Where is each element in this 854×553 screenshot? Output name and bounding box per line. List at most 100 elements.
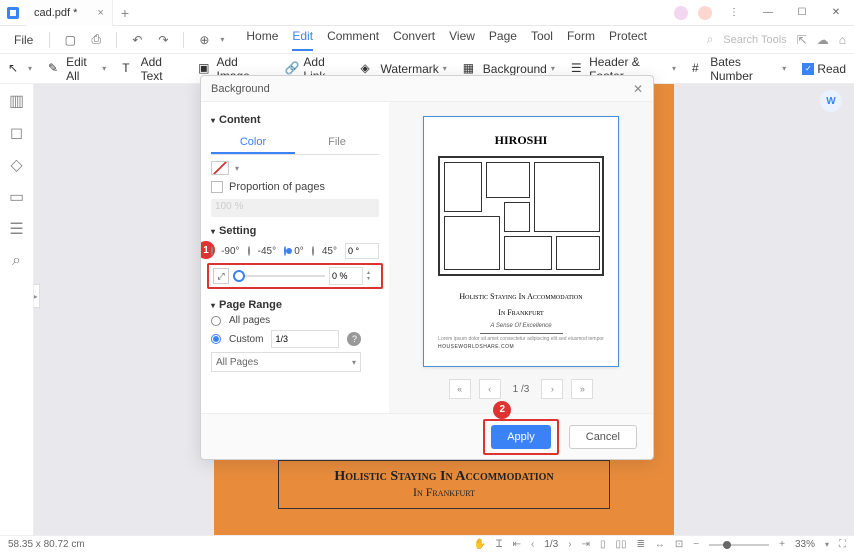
edit-all-tool[interactable]: ✎Edit All▾: [48, 55, 106, 83]
read-toggle[interactable]: ✓ Read: [802, 62, 846, 76]
menu-form[interactable]: Form: [567, 29, 595, 51]
search-tools-input[interactable]: Search Tools: [723, 34, 786, 46]
apply-button[interactable]: Apply: [491, 425, 551, 449]
checkbox-checked-icon: ✓: [802, 63, 814, 75]
minimize-button[interactable]: ―: [756, 3, 780, 23]
divider: [480, 333, 563, 334]
slider-thumb-icon[interactable]: [233, 270, 245, 282]
fit-icon[interactable]: ⤢: [213, 268, 229, 284]
comments-icon[interactable]: ◇: [8, 156, 26, 174]
file-menu[interactable]: File: [8, 31, 39, 49]
menu-home[interactable]: Home: [246, 29, 278, 51]
first-page-button[interactable]: «: [449, 379, 471, 399]
divider: [116, 32, 117, 48]
hand-tool-icon[interactable]: ✋: [474, 539, 486, 550]
bookmarks-icon[interactable]: ◻: [8, 124, 26, 142]
maximize-button[interactable]: ☐: [790, 3, 814, 23]
chevron-down-icon: ▾: [235, 164, 239, 173]
custom-range-input[interactable]: [271, 330, 339, 348]
chevron-down-icon[interactable]: ▾: [825, 540, 829, 549]
page-subset-select[interactable]: All Pages ▾: [211, 352, 361, 372]
close-window-button[interactable]: ✕: [824, 3, 848, 23]
close-tab-icon[interactable]: ×: [97, 7, 103, 19]
convert-to-word-button[interactable]: W: [820, 90, 842, 112]
cancel-button[interactable]: Cancel: [569, 425, 637, 449]
notification-badge-icon[interactable]: [698, 6, 712, 20]
attachments-icon[interactable]: ▭: [8, 188, 26, 206]
fit-width-icon[interactable]: ↔: [655, 539, 665, 550]
dialog-close-button[interactable]: ✕: [633, 82, 643, 96]
bates-number-tool[interactable]: #Bates Number▾: [692, 55, 786, 83]
redo-icon[interactable]: ↷: [153, 33, 173, 47]
doc-heading: Holistic Staying In Accommodation: [291, 469, 597, 485]
open-external-icon[interactable]: ⇱: [797, 33, 807, 47]
menu-comment[interactable]: Comment: [327, 29, 379, 51]
zoom-in-icon[interactable]: +: [779, 539, 785, 550]
search-panel-icon[interactable]: ⌕: [8, 252, 26, 270]
color-subtab[interactable]: Color: [211, 132, 295, 154]
more-menu-icon[interactable]: ⋮: [722, 3, 746, 23]
zoom-out-icon[interactable]: −: [693, 539, 699, 550]
menu-tool[interactable]: Tool: [531, 29, 553, 51]
preview-footer-text: HOUSEWORLDSHARE.COM: [438, 344, 514, 350]
opacity-slider[interactable]: [233, 275, 325, 277]
undo-icon[interactable]: ↶: [127, 33, 147, 47]
fullscreen-icon[interactable]: ⛶: [839, 539, 846, 550]
rotation-0-radio[interactable]: [284, 246, 286, 256]
chevron-down-icon[interactable]: ▾: [220, 35, 224, 44]
stepper-arrows[interactable]: ▴▾: [367, 270, 377, 282]
first-page-nav-icon[interactable]: ⇤: [513, 539, 521, 550]
content-section-header[interactable]: ▾Content: [211, 114, 379, 126]
cloud-icon[interactable]: ☁: [817, 33, 829, 47]
new-tab-button[interactable]: +: [113, 5, 137, 21]
select-tool[interactable]: ↖▾: [8, 61, 32, 77]
rotation-custom-input[interactable]: [345, 243, 379, 259]
prev-page-nav-icon[interactable]: ‹: [531, 539, 534, 550]
document-tab[interactable]: cad.pdf * ×: [26, 0, 113, 26]
home-icon[interactable]: ⌂: [839, 33, 846, 47]
dialog-footer: 2 Apply Cancel: [201, 413, 653, 459]
next-page-nav-icon[interactable]: ›: [568, 539, 571, 550]
menu-page[interactable]: Page: [489, 29, 517, 51]
zoom-level[interactable]: 33%: [795, 539, 815, 550]
background-dialog: Background ✕ ▾Content Color File ▾ Propo…: [200, 75, 654, 460]
continuous-view-icon[interactable]: ≣: [637, 539, 645, 550]
thumbnails-icon[interactable]: ▥: [8, 92, 26, 110]
two-page-view-icon[interactable]: ▯▯: [615, 539, 626, 550]
layers-icon[interactable]: ☰: [8, 220, 26, 238]
account-badge-icon[interactable]: [674, 6, 688, 20]
last-page-nav-icon[interactable]: ⇥: [582, 539, 590, 550]
zoom-slider[interactable]: [709, 544, 769, 546]
page-counter[interactable]: 1/3: [544, 539, 558, 550]
save-icon[interactable]: ▢: [60, 33, 80, 47]
expand-panel-button[interactable]: ▸: [34, 284, 40, 308]
rotation-neg45-radio[interactable]: [248, 246, 250, 256]
next-page-button[interactable]: ›: [541, 379, 563, 399]
all-pages-radio-row[interactable]: All pages: [211, 315, 379, 326]
color-picker[interactable]: ▾: [211, 161, 379, 175]
menu-protect[interactable]: Protect: [609, 29, 647, 51]
rotation-45-radio[interactable]: [312, 246, 314, 256]
menu-convert[interactable]: Convert: [393, 29, 435, 51]
custom-range-radio[interactable]: [211, 334, 221, 344]
share-icon[interactable]: ⊕: [194, 33, 214, 47]
dialog-header: Background ✕: [201, 76, 653, 102]
setting-section-header[interactable]: ▾Setting: [211, 225, 379, 237]
search-icon[interactable]: ⌕: [707, 32, 714, 47]
all-pages-radio[interactable]: [211, 316, 221, 326]
prev-page-button[interactable]: ‹: [479, 379, 501, 399]
add-text-tool[interactable]: TAdd Text: [122, 55, 182, 83]
print-icon[interactable]: ⎙: [86, 32, 106, 47]
menu-edit[interactable]: Edit: [292, 29, 313, 51]
select-text-icon[interactable]: Ꮖ: [496, 539, 503, 550]
file-subtab[interactable]: File: [295, 132, 379, 154]
help-icon[interactable]: ?: [347, 332, 361, 346]
fit-page-icon[interactable]: ⊡: [675, 539, 683, 550]
proportion-checkbox[interactable]: Proportion of pages: [211, 181, 379, 193]
preview-pager: « ‹ 1 /3 › »: [449, 379, 594, 399]
single-page-view-icon[interactable]: ▯: [600, 539, 606, 550]
last-page-button[interactable]: »: [571, 379, 593, 399]
page-range-section-header[interactable]: ▾Page Range: [211, 299, 379, 311]
opacity-input[interactable]: [329, 267, 363, 285]
menu-view[interactable]: View: [449, 29, 475, 51]
